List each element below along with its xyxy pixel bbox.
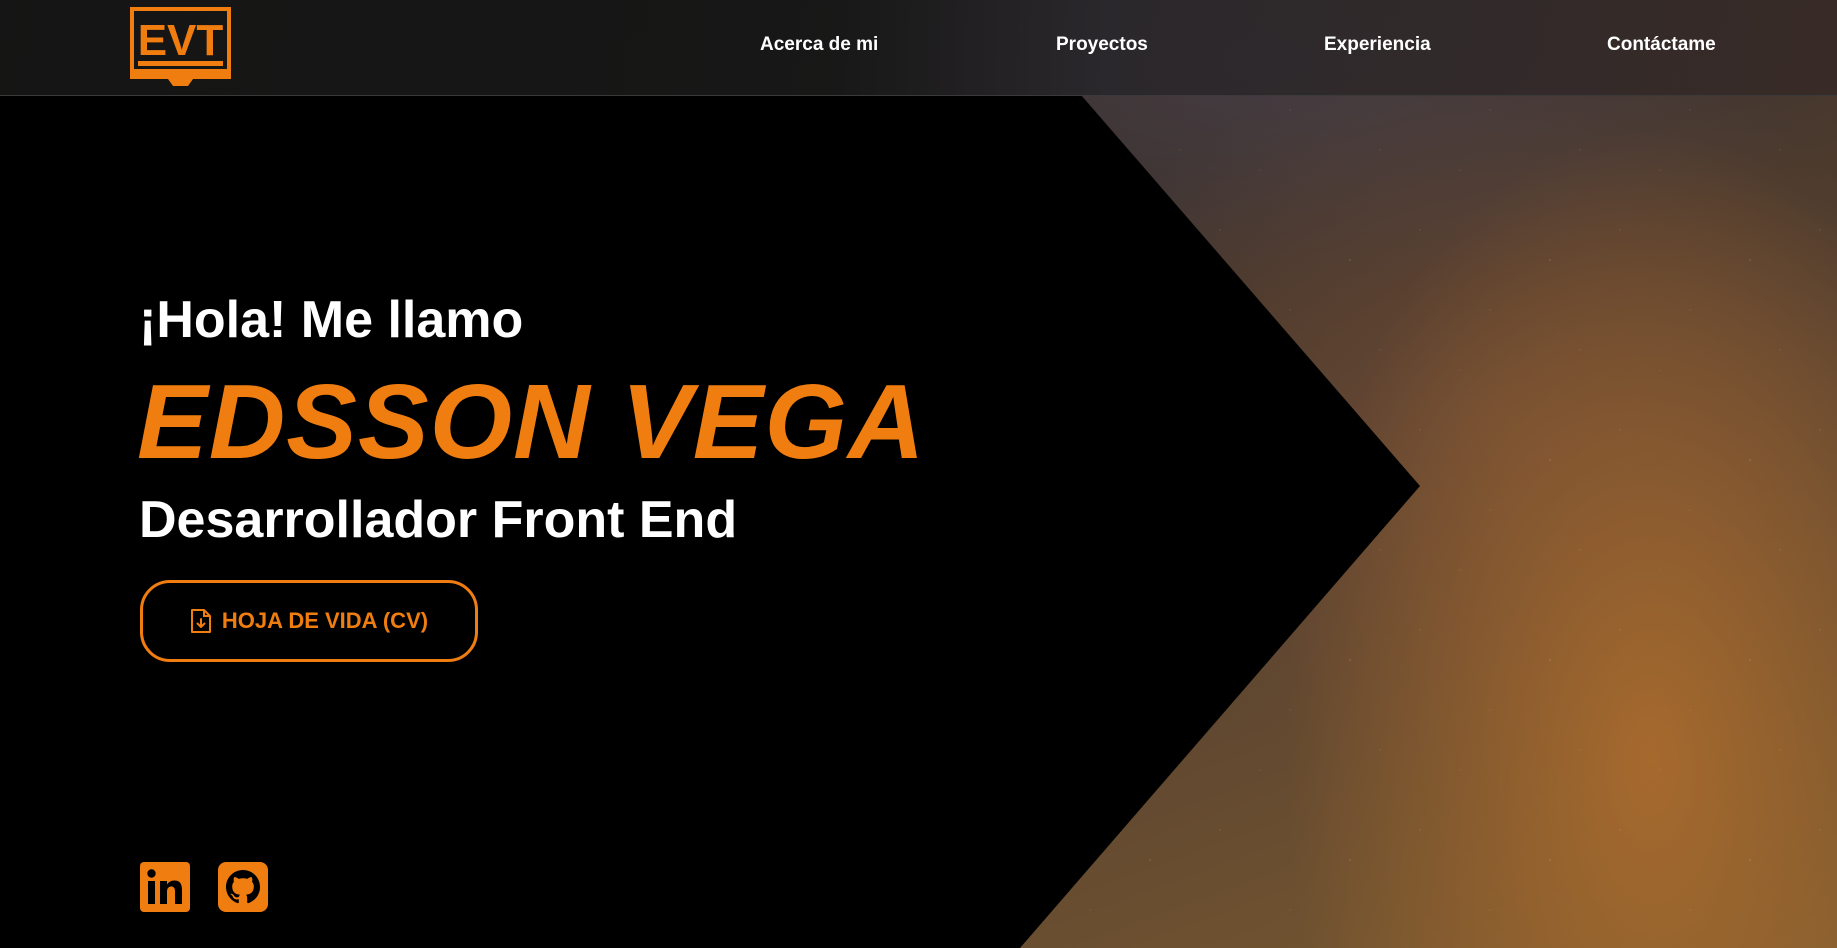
hero-greeting: ¡Hola! Me llamo (139, 291, 524, 349)
monitor-logo-icon[interactable]: EVT (130, 7, 231, 87)
page: EVT Acerca de mi Proyectos Experiencia C… (0, 0, 1837, 948)
logo-text: EVT (138, 16, 224, 65)
file-download-icon (190, 608, 212, 634)
hero-role: Desarrollador Front End (139, 491, 738, 549)
nav-acerca-de-mi[interactable]: Acerca de mi (760, 34, 878, 56)
cv-button-label: HOJA DE VIDA (CV) (221, 608, 429, 633)
hero-name: EDSSON VEGA (137, 363, 926, 481)
cv-download-button[interactable]: HOJA DE VIDA (CV) (140, 580, 478, 662)
nav-experiencia[interactable]: Experiencia (1324, 34, 1431, 56)
nav-contactame[interactable]: Contáctame (1607, 34, 1716, 56)
nav-proyectos[interactable]: Proyectos (1056, 34, 1148, 56)
linkedin-icon[interactable] (140, 862, 190, 912)
github-icon[interactable] (218, 862, 268, 912)
site-header: EVT Acerca de mi Proyectos Experiencia C… (0, 0, 1837, 96)
